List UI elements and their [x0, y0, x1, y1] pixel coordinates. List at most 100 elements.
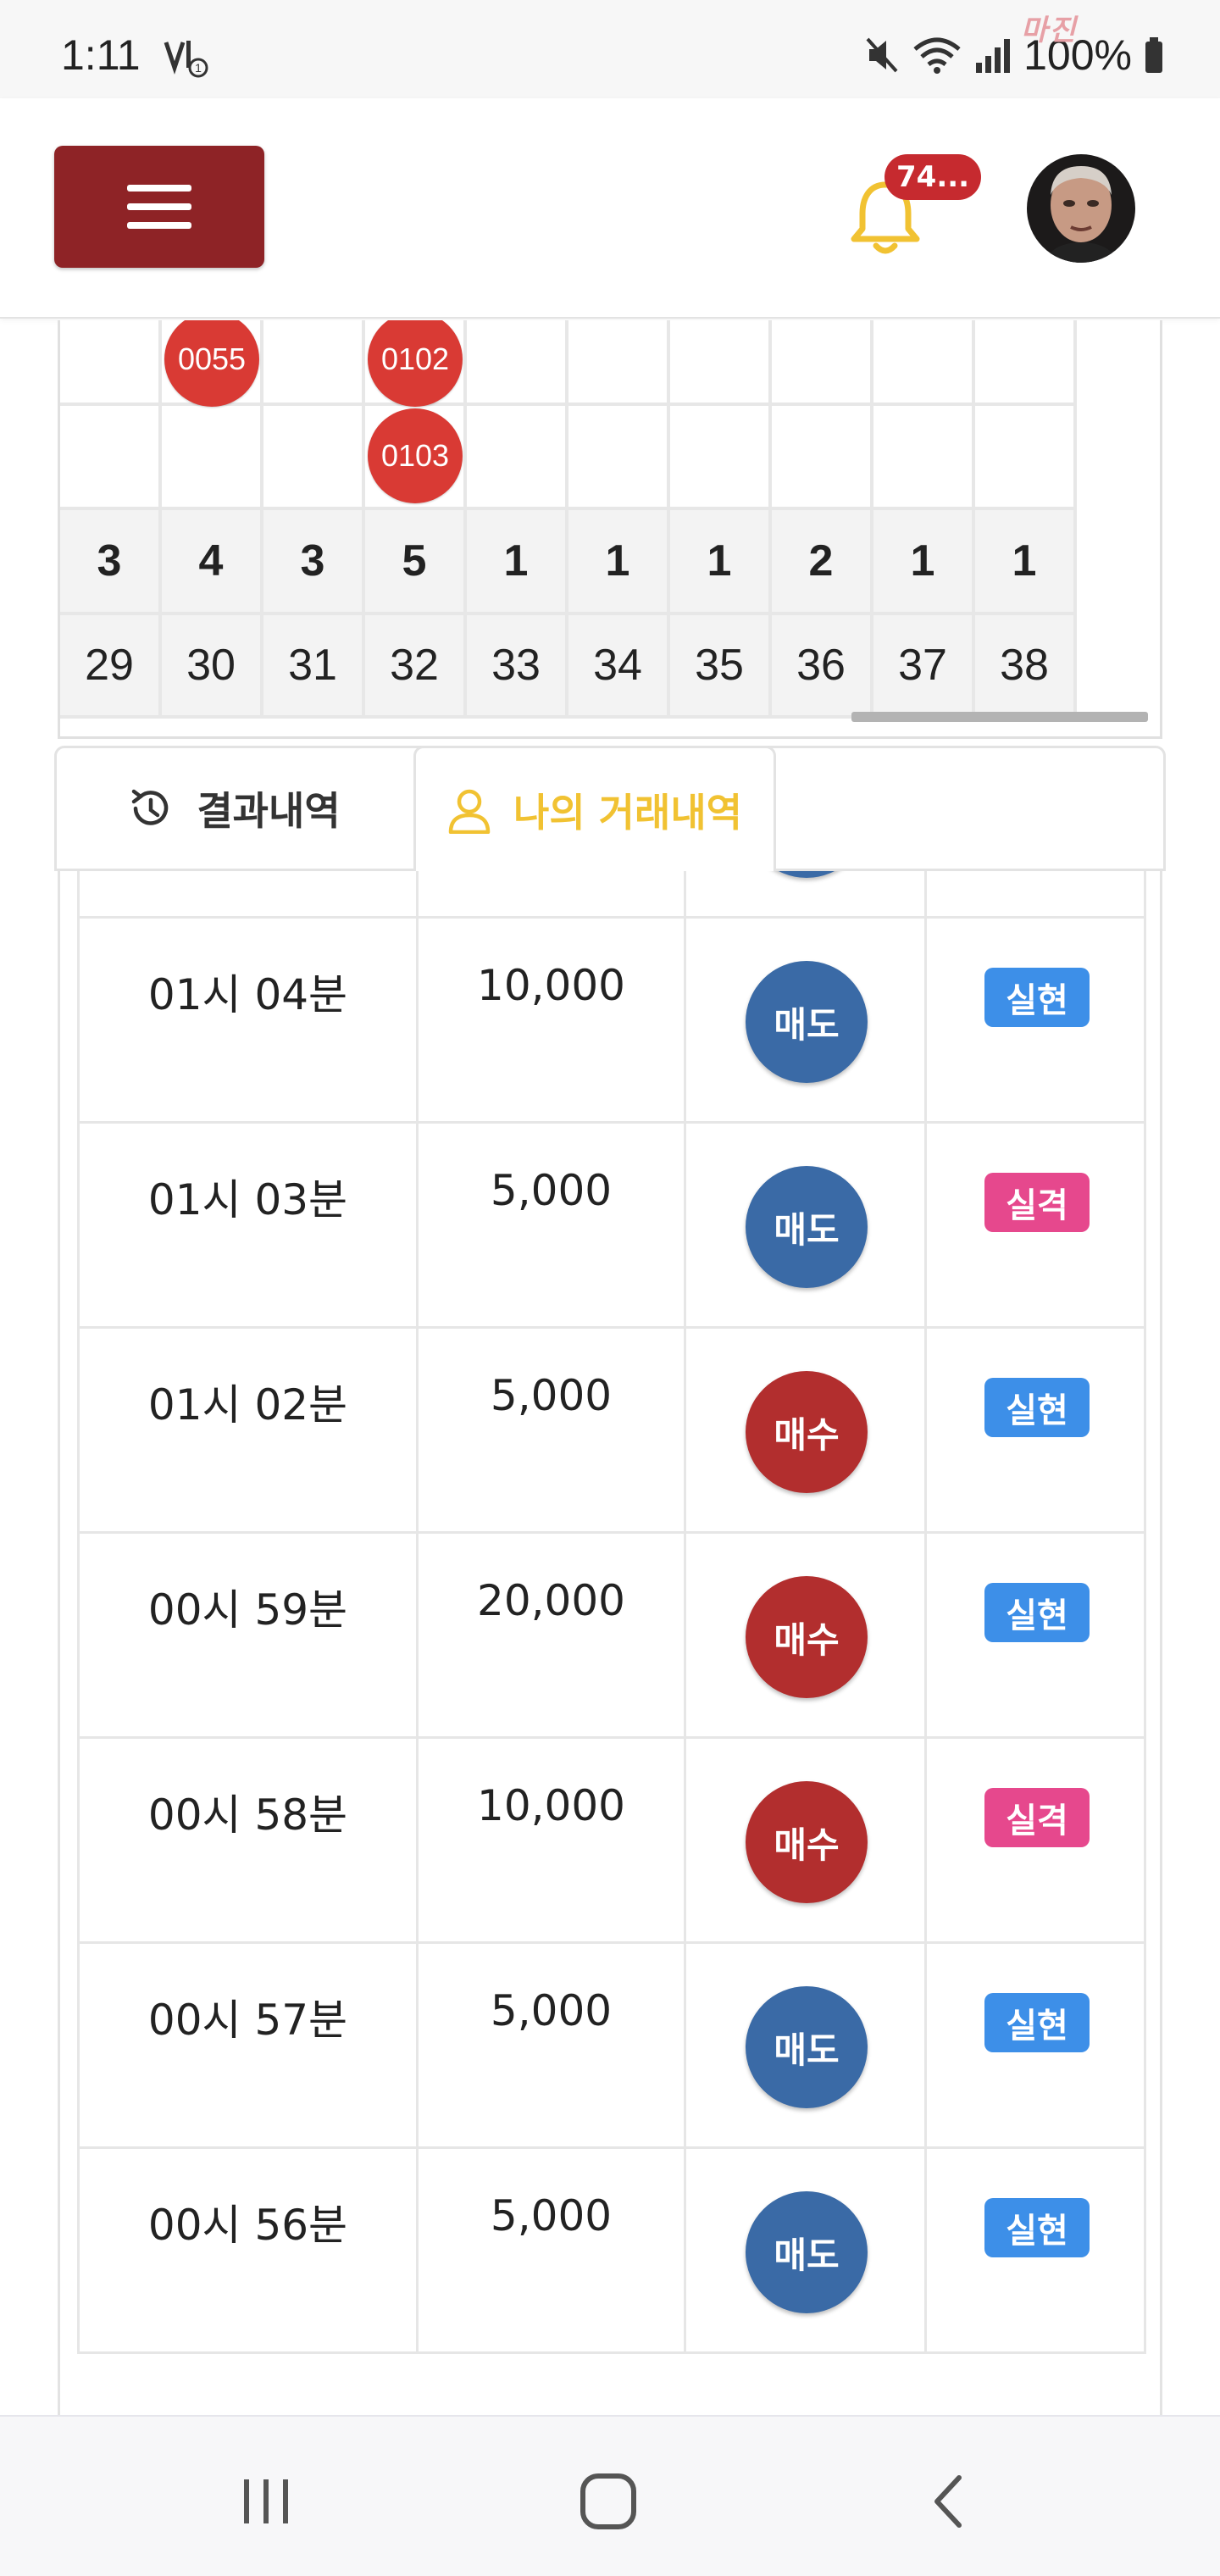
back-button[interactable]: [898, 2459, 1000, 2544]
watermark-logo: 마진: [1021, 14, 1078, 47]
tab-my-trades[interactable]: 나의 거래내역: [413, 746, 776, 874]
result-cell: 실현: [924, 1944, 1146, 2146]
trade-amount: 5,000: [490, 1371, 613, 1420]
grid-count-cell: 5: [365, 510, 467, 615]
grid-pick-cell: [670, 406, 772, 510]
trade-amount: 10,000: [477, 961, 625, 1010]
grid-pick-cell: [975, 406, 1077, 510]
notification-badge[interactable]: 74...: [884, 154, 982, 200]
result-badge: 실격: [984, 1788, 1090, 1847]
pick-ball[interactable]: 0103: [368, 408, 463, 503]
volte-icon: 1: [164, 41, 208, 78]
result-badge: 실현: [984, 1378, 1090, 1437]
time-cell: 01시 04분: [77, 919, 416, 1121]
amount-cell: 5,000: [416, 871, 684, 916]
result-grid[interactable]: 2283290055430331010201035321331341352361…: [58, 320, 1162, 739]
grid-count-cell: 1: [873, 510, 975, 615]
status-icons: 100%: [864, 31, 1164, 80]
wifi-icon: [913, 37, 961, 74]
recent-apps-icon: [244, 2479, 288, 2523]
svg-text:1: 1: [195, 61, 202, 75]
trade-rows: 01시 05분5,000매도실격01시 04분10,000매도실현01시 03분…: [77, 871, 1146, 2354]
history-icon: [132, 789, 169, 825]
grid-column: 2 36: [772, 320, 873, 719]
grid-count-cell: 3: [263, 510, 365, 615]
side-cell: 매도: [684, 919, 924, 1121]
result-cell: 실격: [924, 1124, 1146, 1326]
table-row: 00시 59분 20,000 매수 실현: [77, 1534, 1146, 1739]
status-time: 1:11: [61, 31, 141, 79]
horizontal-scrollbar[interactable]: [851, 712, 1148, 722]
grid-number-cell: 35: [670, 615, 772, 719]
trade-history-table[interactable]: 01시 05분5,000매도실격01시 04분10,000매도실현01시 03분…: [58, 871, 1162, 2415]
result-badge: 실현: [984, 1993, 1090, 2052]
result-cell: 실격: [924, 871, 1146, 916]
table-row: 01시 04분 10,000 매도 실현: [77, 919, 1146, 1124]
table-row: 01시 05분5,000 매도 실격: [77, 871, 1146, 919]
grid-column: 1 38: [975, 320, 1077, 719]
sell-button[interactable]: 매도: [746, 871, 868, 878]
amount-cell: 10,000: [416, 919, 684, 1121]
grid-column: 3 31: [263, 320, 365, 719]
buy-button[interactable]: 매수: [746, 1371, 868, 1493]
side-cell: 매도: [684, 1124, 924, 1326]
trade-time: 00시 56분: [147, 2201, 348, 2250]
trade-amount: 5,000: [490, 1986, 613, 2035]
grid-column: 0102 0103 5 32: [365, 320, 467, 719]
battery-icon: [1145, 37, 1162, 73]
grid-pick-cell: [670, 320, 772, 406]
user-avatar-image: [1027, 154, 1135, 263]
grid-number-cell: 30: [162, 615, 263, 719]
sell-button[interactable]: 매도: [746, 961, 868, 1083]
mute-icon: [866, 37, 898, 73]
result-cell: 실현: [924, 919, 1146, 1121]
grid-count-cell: 4: [162, 510, 263, 615]
trade-amount: 20,000: [477, 1576, 625, 1625]
grid-number-cell: 31: [263, 615, 365, 719]
time-cell: 01시 03분: [77, 1124, 416, 1326]
avatar[interactable]: [1027, 154, 1135, 263]
system-nav-bar: [0, 2415, 1220, 2576]
status-bar: 1:11 1 100% 마진: [0, 0, 1220, 98]
grid-number-cell: 34: [568, 615, 670, 719]
recent-apps-button[interactable]: [215, 2459, 317, 2544]
time-cell: 00시 56분: [77, 2149, 416, 2351]
amount-cell: 10,000: [416, 1739, 684, 1941]
table-row: 00시 57분 5,000 매도 실현: [77, 1944, 1146, 2149]
trade-time: 00시 57분: [147, 1996, 348, 2045]
sell-button[interactable]: 매도: [746, 1986, 868, 2108]
result-badge: 실현: [984, 1583, 1090, 1642]
grid-count-cell: 2: [772, 510, 873, 615]
table-row: 00시 56분 5,000 매도 실현: [77, 2149, 1146, 2354]
result-badge: 실격: [984, 1173, 1090, 1232]
tab-results[interactable]: 결과내역: [54, 746, 413, 871]
sell-button[interactable]: 매도: [746, 2191, 868, 2313]
grid-pick-cell: [60, 320, 162, 406]
home-button[interactable]: [557, 2459, 659, 2544]
trade-time: 01시 03분: [147, 1175, 348, 1224]
grid-column: 1 33: [467, 320, 568, 719]
back-icon: [934, 2475, 962, 2528]
buy-button[interactable]: 매수: [746, 1576, 868, 1698]
result-cell: 실현: [924, 2149, 1146, 2351]
grid-pick-cell: [975, 320, 1077, 406]
grid-pick-cell: [568, 406, 670, 510]
result-cell: 실현: [924, 1329, 1146, 1531]
amount-cell: 20,000: [416, 1534, 684, 1736]
grid-count-cell: 1: [467, 510, 568, 615]
user-icon: [448, 789, 491, 834]
side-cell: 매수: [684, 1329, 924, 1531]
trade-amount: 5,000: [490, 2191, 613, 2240]
grid-pick-cell: [873, 406, 975, 510]
sell-button[interactable]: 매도: [746, 1166, 868, 1288]
buy-button[interactable]: 매수: [746, 1781, 868, 1903]
grid-column: 1 34: [568, 320, 670, 719]
home-icon: [580, 2473, 636, 2529]
grid-count-cell: 1: [670, 510, 772, 615]
table-row: 01시 03분 5,000 매도 실격: [77, 1124, 1146, 1329]
side-cell: 매수: [684, 1534, 924, 1736]
tab-results-label: 결과내역: [197, 788, 341, 834]
result-cell: 실현: [924, 1534, 1146, 1736]
result-badge: 실현: [984, 968, 1090, 1027]
menu-button[interactable]: [54, 146, 264, 268]
